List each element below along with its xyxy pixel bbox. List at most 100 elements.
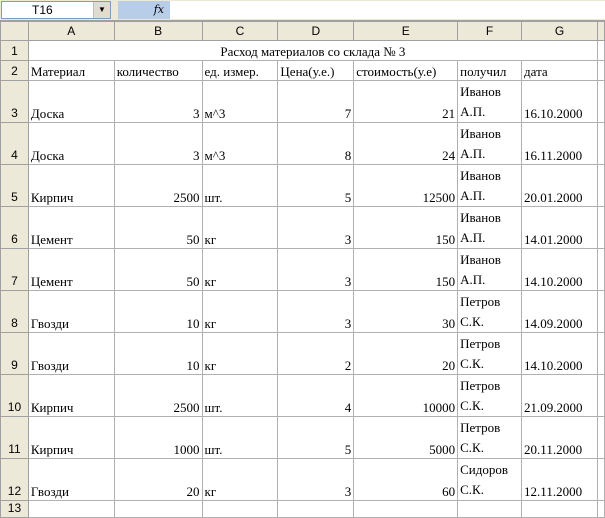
cell[interactable] xyxy=(596,500,605,518)
data-cell[interactable]: 7 xyxy=(277,80,355,123)
data-cell[interactable]: 20 xyxy=(113,458,203,501)
data-cell[interactable]: Петров С.К. xyxy=(457,290,523,333)
data-cell[interactable]: 16.11.2000 xyxy=(521,122,598,165)
data-cell[interactable]: Гвозди xyxy=(27,290,115,333)
data-cell[interactable]: 8 xyxy=(277,122,355,165)
data-cell[interactable]: Петров С.К. xyxy=(457,374,523,417)
chevron-down-icon[interactable]: ▼ xyxy=(93,2,110,18)
header-cell[interactable]: дата xyxy=(521,60,598,81)
data-cell[interactable]: 24 xyxy=(353,122,459,165)
data-cell[interactable]: 20 xyxy=(353,332,459,375)
cell[interactable] xyxy=(596,374,605,417)
data-cell[interactable]: 5 xyxy=(277,164,355,207)
data-cell[interactable]: 150 xyxy=(353,248,459,291)
row-header[interactable]: 9 xyxy=(0,332,29,375)
cell[interactable] xyxy=(596,416,605,459)
data-cell[interactable]: Кирпич xyxy=(27,416,115,459)
data-cell[interactable]: 3 xyxy=(277,290,355,333)
data-cell[interactable]: 5 xyxy=(277,416,355,459)
cell[interactable] xyxy=(596,60,605,81)
column-header[interactable]: F xyxy=(457,21,523,41)
column-header[interactable]: A xyxy=(27,21,115,41)
data-cell[interactable]: 12.11.2000 xyxy=(521,458,598,501)
formula-input[interactable] xyxy=(170,1,605,19)
cell[interactable] xyxy=(521,500,598,518)
data-cell[interactable]: 3 xyxy=(113,122,203,165)
data-cell[interactable]: 14.10.2000 xyxy=(521,248,598,291)
row-header[interactable]: 3 xyxy=(0,80,29,123)
header-cell[interactable]: стоимость(у.е) xyxy=(353,60,459,81)
cell[interactable] xyxy=(113,500,203,518)
header-cell[interactable]: получил xyxy=(457,60,523,81)
cell[interactable] xyxy=(596,290,605,333)
data-cell[interactable]: 50 xyxy=(113,206,203,249)
row-header[interactable]: 2 xyxy=(0,60,29,81)
data-cell[interactable]: 21.09.2000 xyxy=(521,374,598,417)
cell[interactable] xyxy=(457,500,523,518)
cell[interactable] xyxy=(277,500,355,518)
data-cell[interactable]: шт. xyxy=(201,374,279,417)
data-cell[interactable]: 10 xyxy=(113,290,203,333)
cell[interactable] xyxy=(596,248,605,291)
data-cell[interactable]: 10000 xyxy=(353,374,459,417)
data-cell[interactable]: Иванов А.П. xyxy=(457,164,523,207)
data-cell[interactable]: 1000 xyxy=(113,416,203,459)
data-cell[interactable]: 5000 xyxy=(353,416,459,459)
cell[interactable] xyxy=(596,332,605,375)
row-header[interactable]: 13 xyxy=(0,500,29,518)
data-cell[interactable]: 21 xyxy=(353,80,459,123)
header-cell[interactable]: количество xyxy=(113,60,203,81)
name-box[interactable]: T16 ▼ xyxy=(1,1,111,19)
cell[interactable] xyxy=(353,500,459,518)
column-header-next[interactable] xyxy=(596,21,605,41)
data-cell[interactable]: Цемент xyxy=(27,248,115,291)
data-cell[interactable]: Гвозди xyxy=(27,332,115,375)
data-cell[interactable]: кг xyxy=(201,248,279,291)
data-cell[interactable]: 2500 xyxy=(113,164,203,207)
data-cell[interactable]: 2500 xyxy=(113,374,203,417)
data-cell[interactable]: 3 xyxy=(277,458,355,501)
data-cell[interactable]: Цемент xyxy=(27,206,115,249)
data-cell[interactable]: Петров С.К. xyxy=(457,416,523,459)
function-icon[interactable]: fx xyxy=(118,1,170,19)
header-cell[interactable]: ед. измер. xyxy=(201,60,279,81)
data-cell[interactable]: кг xyxy=(201,290,279,333)
data-cell[interactable]: 10 xyxy=(113,332,203,375)
data-cell[interactable]: 60 xyxy=(353,458,459,501)
data-cell[interactable]: 50 xyxy=(113,248,203,291)
row-header[interactable]: 12 xyxy=(0,458,29,501)
row-header[interactable]: 7 xyxy=(0,248,29,291)
cell[interactable] xyxy=(27,500,115,518)
row-header[interactable]: 11 xyxy=(0,416,29,459)
row-header[interactable]: 6 xyxy=(0,206,29,249)
data-cell[interactable]: 4 xyxy=(277,374,355,417)
data-cell[interactable]: 3 xyxy=(277,248,355,291)
cell[interactable] xyxy=(596,40,605,61)
column-header[interactable]: E xyxy=(353,21,459,41)
data-cell[interactable]: м^3 xyxy=(201,122,279,165)
data-cell[interactable]: Иванов А.П. xyxy=(457,248,523,291)
data-cell[interactable]: кг xyxy=(201,332,279,375)
cell[interactable] xyxy=(596,458,605,501)
sheet-title[interactable]: Расход материалов со склада № 3 xyxy=(27,40,598,61)
column-header[interactable]: D xyxy=(277,21,355,41)
row-header[interactable]: 8 xyxy=(0,290,29,333)
data-cell[interactable]: шт. xyxy=(201,164,279,207)
header-cell[interactable]: Материал xyxy=(27,60,115,81)
data-cell[interactable]: Кирпич xyxy=(27,374,115,417)
column-header[interactable]: C xyxy=(201,21,279,41)
row-header[interactable]: 5 xyxy=(0,164,29,207)
row-header[interactable]: 10 xyxy=(0,374,29,417)
data-cell[interactable]: 150 xyxy=(353,206,459,249)
column-header[interactable]: B xyxy=(113,21,203,41)
data-cell[interactable]: 30 xyxy=(353,290,459,333)
data-cell[interactable]: Кирпич xyxy=(27,164,115,207)
select-all-corner[interactable] xyxy=(0,21,29,41)
data-cell[interactable]: м^3 xyxy=(201,80,279,123)
data-cell[interactable]: шт. xyxy=(201,416,279,459)
cell[interactable] xyxy=(596,80,605,123)
column-header[interactable]: G xyxy=(521,21,598,41)
data-cell[interactable]: Сидоров С.К. xyxy=(457,458,523,501)
data-cell[interactable]: 16.10.2000 xyxy=(521,80,598,123)
data-cell[interactable]: Гвозди xyxy=(27,458,115,501)
